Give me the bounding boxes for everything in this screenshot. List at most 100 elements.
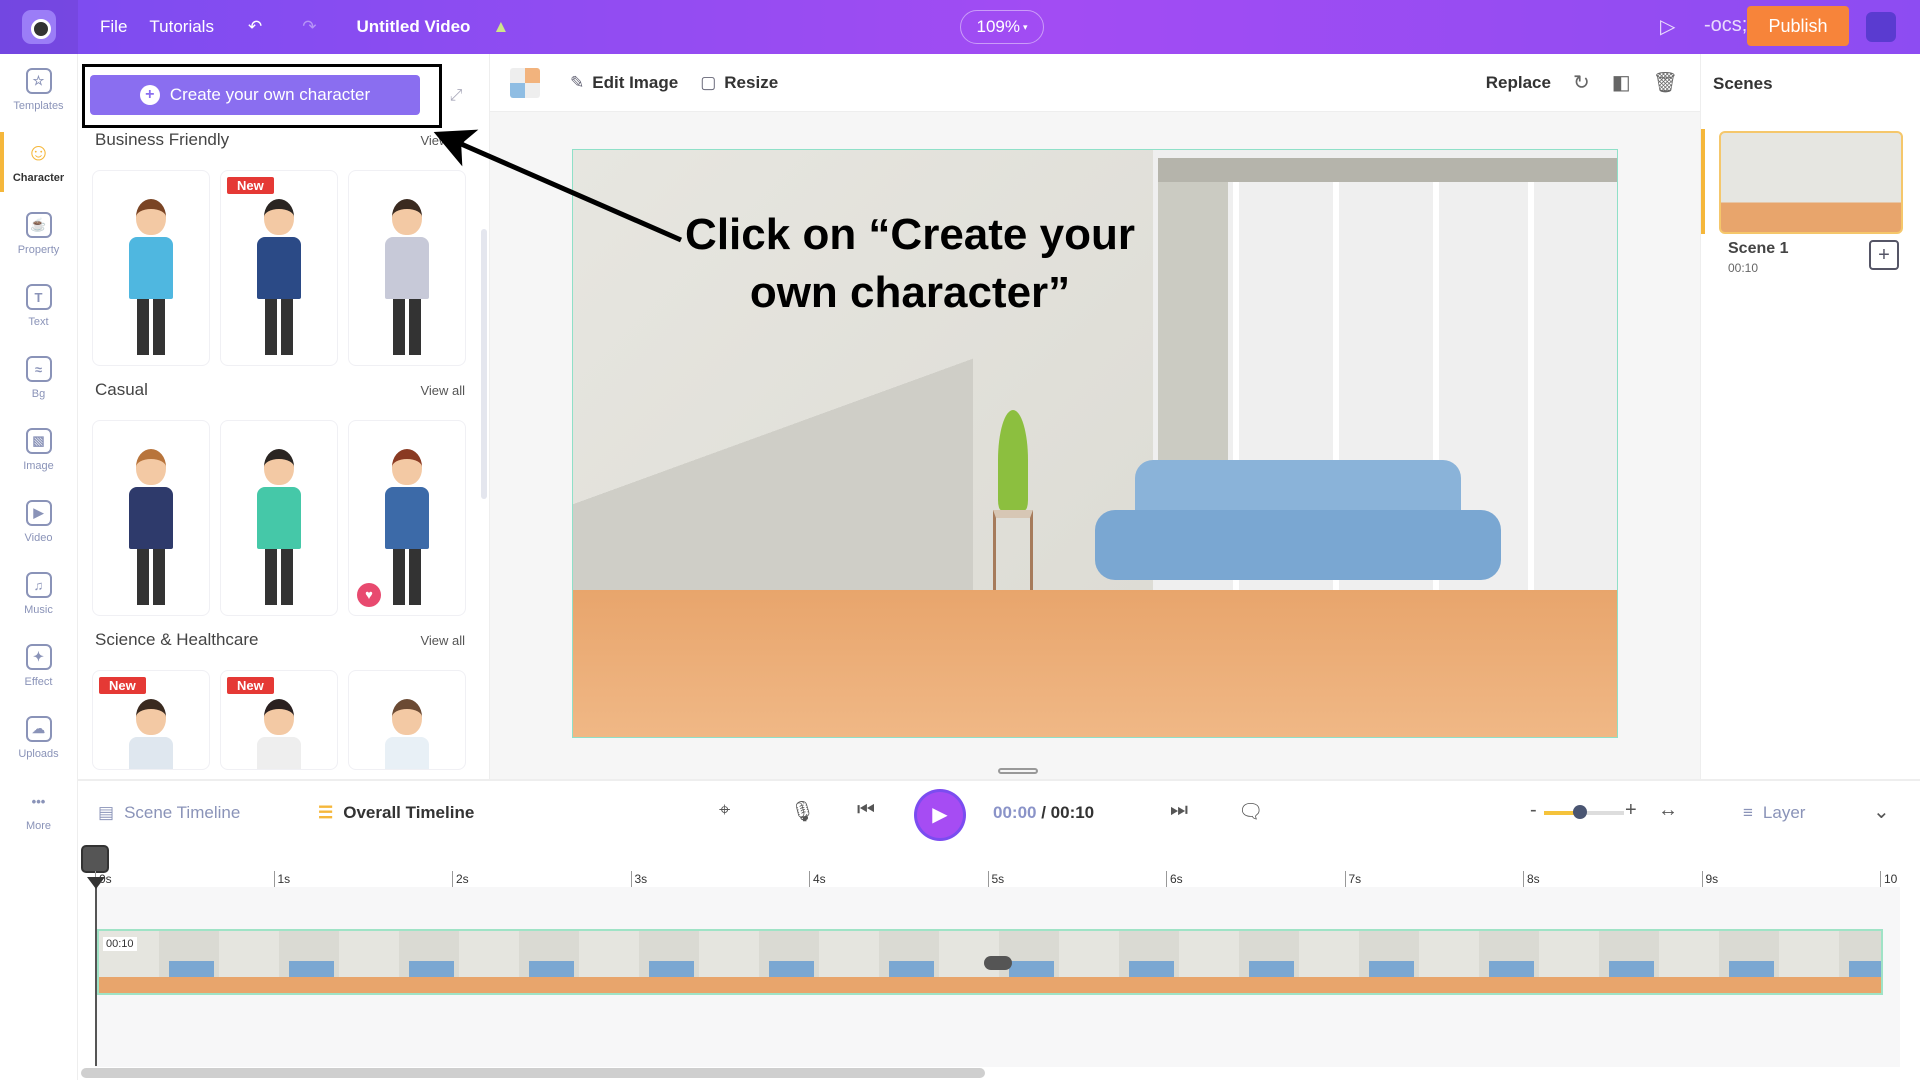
fit-width-icon[interactable]: ↔ — [1658, 799, 1678, 822]
character-card[interactable] — [92, 420, 210, 616]
rail-label: Text — [28, 316, 49, 328]
rail-item-effect[interactable]: ✦ Effect — [0, 630, 77, 702]
app-logo[interactable] — [0, 0, 78, 54]
skip-back-icon[interactable]: ⏮ — [857, 799, 875, 822]
character-card[interactable] — [220, 420, 338, 616]
microphone-icon[interactable]: 🎙 — [790, 799, 815, 824]
replace-button[interactable]: Replace — [1486, 73, 1551, 93]
plant — [998, 410, 1028, 510]
rail-item-uploads[interactable]: ☁ Uploads — [0, 702, 77, 774]
time-tick: 7s — [1344, 871, 1361, 887]
rail-item-music[interactable]: ♫ Music — [0, 558, 77, 630]
view-all-link[interactable]: View all — [420, 383, 465, 398]
zoom-value: 109% — [976, 17, 1020, 36]
user-avatar[interactable] — [1866, 12, 1896, 42]
time-tick: 5s — [987, 871, 1004, 887]
caret-down-icon: ▾ — [1022, 21, 1028, 32]
character-card[interactable]: ♥ — [348, 420, 466, 616]
character-card[interactable]: New — [92, 670, 210, 770]
subtitle-icon[interactable]: 🗨 — [1238, 799, 1263, 824]
film-icon: ▤ — [98, 803, 115, 822]
zoom-in-icon[interactable]: + — [1625, 799, 1637, 822]
heart-icon[interactable]: ♥ — [357, 583, 381, 607]
character-figure — [377, 699, 437, 769]
time-ruler: 0s 1s 2s 3s 4s 5s 6s 7s 8s 9s 10 — [95, 871, 1905, 895]
tab-overall-timeline[interactable]: ☰ Overall Timeline — [318, 803, 474, 823]
trash-icon[interactable]: 🗑 — [1653, 70, 1678, 95]
timeline-zoom-slider[interactable] — [1544, 805, 1624, 819]
preview-play-icon[interactable]: ▷ — [1660, 14, 1675, 39]
scene-clip[interactable]: 00:10 — [97, 929, 1883, 995]
rail-label: Property — [17, 244, 60, 256]
publish-button[interactable]: Publish — [1747, 6, 1849, 46]
edit-image-label: Edit Image — [592, 72, 679, 92]
rail-item-character[interactable]: ☺ Character — [0, 126, 77, 198]
tutorials-menu[interactable]: Tutorials — [149, 17, 214, 37]
rail-item-more[interactable]: ••• More — [0, 774, 77, 846]
zoom-out-icon[interactable]: - — [1530, 799, 1537, 822]
character-figure — [249, 199, 309, 359]
character-card[interactable]: New — [220, 670, 338, 770]
skip-forward-icon[interactable]: ⏭ — [1170, 799, 1188, 822]
panel-scrollbar[interactable] — [481, 229, 487, 499]
logo-icon — [22, 10, 56, 44]
add-scene-button[interactable]: + — [1869, 240, 1899, 270]
time-display: 00:00 / 00:10 — [993, 803, 1094, 823]
playhead[interactable] — [87, 877, 105, 1066]
play-button[interactable]: ▶ — [917, 792, 963, 838]
rail-item-templates[interactable]: ☆ Templates — [0, 54, 77, 126]
layer-label: Layer — [1762, 803, 1806, 822]
rotate-icon[interactable]: ↻ — [1573, 70, 1590, 95]
rail-item-image[interactable]: ▧ Image — [0, 414, 77, 486]
create-character-button[interactable]: + Create your own character — [90, 75, 420, 115]
effect-icon: ✦ — [25, 644, 52, 670]
video-title[interactable]: Untitled Video — [356, 17, 470, 37]
undo-icon[interactable]: ↶ — [248, 17, 262, 37]
redo-icon[interactable]: ↷ — [302, 17, 316, 37]
split-icon[interactable] — [81, 845, 109, 873]
rail-item-bg[interactable]: ≈ Bg — [0, 342, 77, 414]
rail-item-text[interactable]: T Text — [0, 270, 77, 342]
rail-label: Templates — [13, 100, 64, 112]
scene-thumbnail[interactable] — [1719, 131, 1903, 234]
character-card[interactable] — [348, 170, 466, 366]
view-all-link[interactable]: View all — [420, 633, 465, 648]
scene-duration: 00:10 — [1728, 261, 1759, 275]
property-icon: ☕ — [25, 212, 52, 238]
current-time: 00:00 — [993, 803, 1037, 822]
scene-tab-label: Scene Timeline — [124, 803, 241, 822]
share-icon[interactable]: -ocs; — [1704, 14, 1747, 37]
resize-button[interactable]: ▢ Resize — [700, 73, 778, 93]
time-tick: 8s — [1523, 871, 1540, 887]
file-menu[interactable]: File — [100, 17, 127, 37]
music-icon: ♫ — [25, 572, 52, 598]
capture-icon[interactable]: ⌖ — [719, 799, 730, 822]
rail-item-property[interactable]: ☕ Property — [0, 198, 77, 270]
plant-stand — [993, 510, 1033, 590]
timeline-scrollbar[interactable] — [81, 1068, 985, 1078]
character-card[interactable]: New — [220, 170, 338, 366]
more-icon: ••• — [31, 793, 46, 809]
flip-icon[interactable]: ◧ — [1612, 70, 1631, 95]
character-icon: ☺ — [26, 139, 51, 166]
clip-options-icon[interactable] — [984, 956, 1012, 970]
character-card[interactable] — [348, 670, 466, 770]
edit-image-button[interactable]: ✎ Edit Image — [570, 73, 678, 93]
tab-scene-timeline[interactable]: ▤ Scene Timeline — [98, 803, 240, 823]
templates-icon: ☆ — [25, 68, 52, 94]
rail-label: Video — [24, 532, 53, 544]
chevron-down-icon[interactable]: ⌄ — [1873, 799, 1890, 824]
color-swatch[interactable] — [510, 67, 540, 98]
instruction-annotation: Click on “Create your own character” — [660, 206, 1160, 322]
expand-icon[interactable]: ⤢ — [441, 81, 471, 111]
character-card[interactable] — [92, 170, 210, 366]
section-title: Casual — [95, 380, 148, 399]
layer-button[interactable]: ≡ Layer — [1743, 803, 1805, 823]
zoom-dropdown[interactable]: 109% ▾ — [960, 10, 1044, 44]
new-badge: New — [227, 677, 274, 694]
resize-handle[interactable] — [998, 768, 1038, 774]
timeline-icon: ☰ — [318, 803, 334, 822]
cloud-save-icon[interactable]: ▲ — [492, 17, 509, 37]
view-all-link[interactable]: View all — [420, 133, 465, 148]
rail-item-video[interactable]: ▶ Video — [0, 486, 77, 558]
